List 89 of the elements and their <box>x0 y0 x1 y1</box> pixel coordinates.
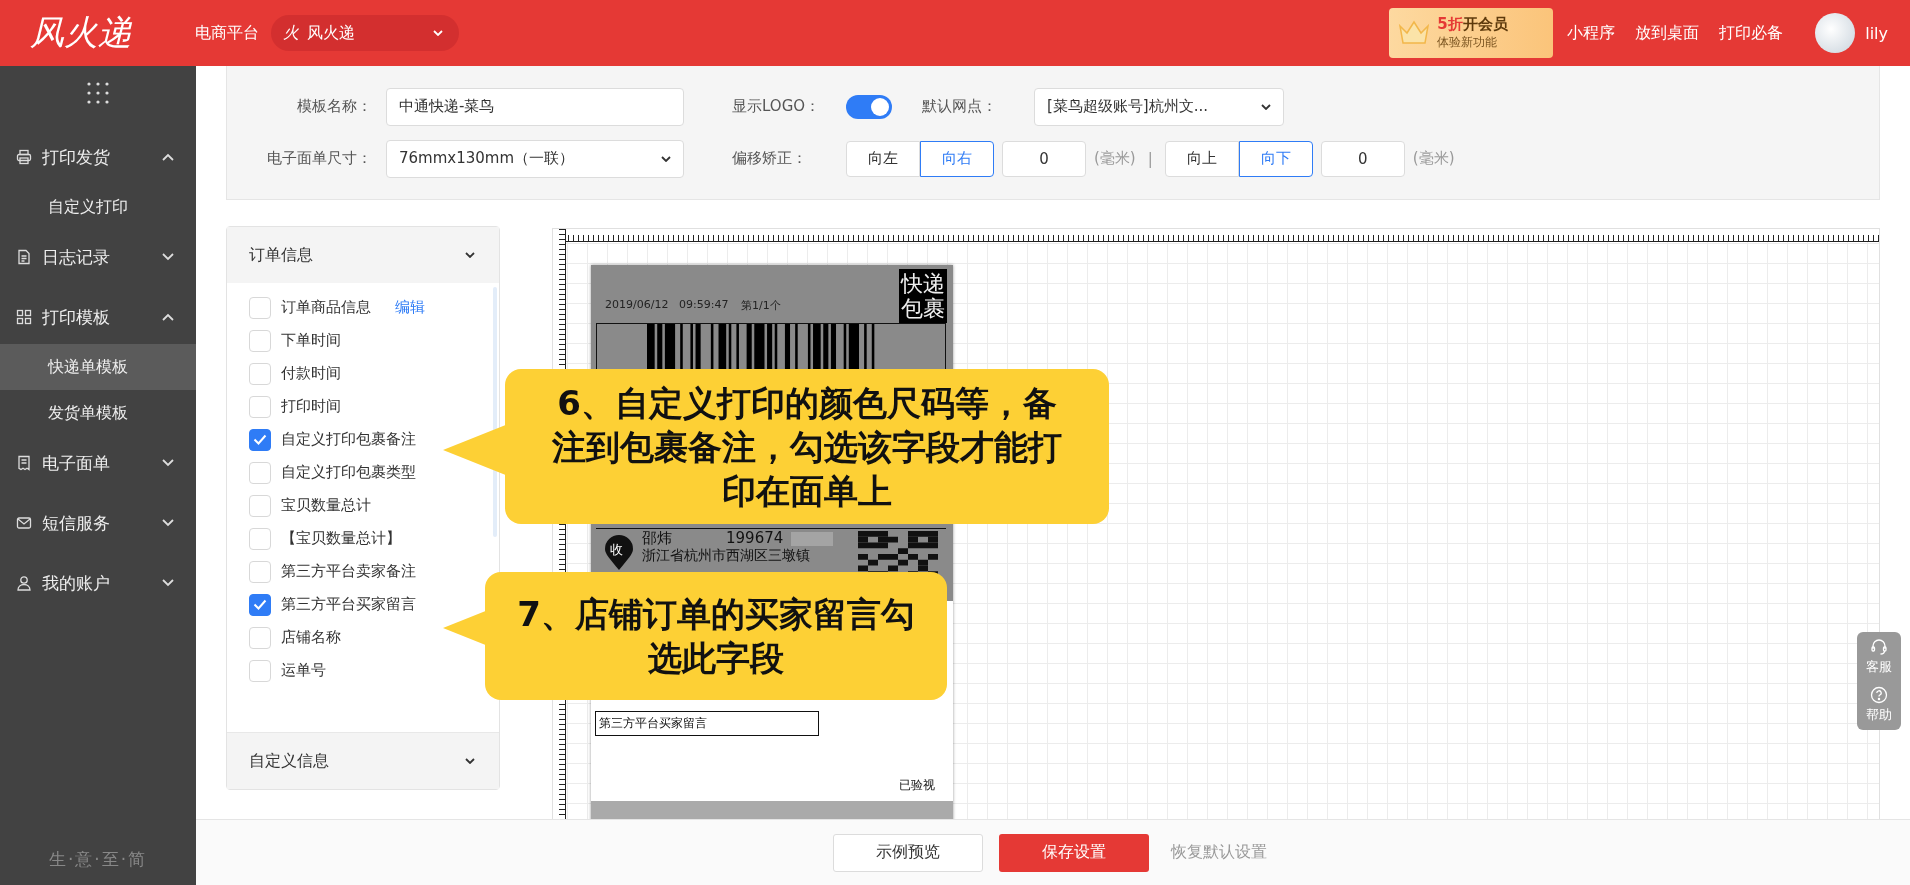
field-option-label[interactable]: 运单号 <box>281 661 326 680</box>
checkmark-icon <box>253 599 267 610</box>
checkbox[interactable] <box>249 428 271 451</box>
recipient-name: 邵炜 <box>642 529 672 548</box>
offset-direction-button[interactable]: 向下 <box>1238 140 1313 177</box>
unit-label: (毫米) <box>1094 149 1136 168</box>
field-label: 电子面单尺寸： <box>266 149 372 168</box>
sidebar-subitem[interactable]: 快递单模板 <box>0 344 196 390</box>
blurred-region <box>791 532 833 546</box>
section-header[interactable]: 自定义信息 <box>227 732 499 789</box>
chevron-down-icon <box>465 758 475 764</box>
envelope-icon <box>16 515 32 531</box>
user-name[interactable]: lily <box>1865 23 1888 43</box>
location-pin-icon <box>604 535 634 571</box>
checkbox[interactable] <box>249 593 271 616</box>
offset-direction-button[interactable]: 向左 <box>846 140 920 177</box>
parcel-type-tag: 快递包裹 <box>899 269 947 323</box>
promo-title: 开会员 <box>1462 15 1508 33</box>
field-option-label[interactable]: 自定义打印包裹类型 <box>281 463 416 482</box>
field-label: 偏移矫正： <box>732 149 808 168</box>
outlet-select[interactable]: [菜鸟超级账号]杭州文... <box>1034 87 1284 126</box>
field-option-label[interactable]: 店铺名称 <box>281 628 341 647</box>
chevron-down-icon <box>1261 103 1271 110</box>
receipt-icon <box>16 455 32 471</box>
template-name-field[interactable]: 中通快递-菜鸟 <box>386 87 684 126</box>
recipient-phone: 199674 <box>726 529 784 547</box>
sidebar-item[interactable]: 短信服务 <box>0 496 196 550</box>
promo-discount: 5折 <box>1437 15 1463 33</box>
field-option-label[interactable]: 宝贝数量总计 <box>281 496 371 515</box>
vip-promo-button[interactable]: 5折开会员 体验新功能 <box>1389 8 1554 58</box>
preview-button[interactable]: 示例预览 <box>833 833 983 872</box>
section-header[interactable]: 订单信息 <box>227 227 499 283</box>
sidebar-item[interactable]: 打印模板 <box>0 290 196 344</box>
field-label: 模板名称： <box>296 97 372 116</box>
offset-value-field[interactable]: 0 <box>1002 140 1086 177</box>
sidebar-subitem[interactable]: 自定义打印 <box>0 184 196 230</box>
separator: | <box>1147 149 1153 168</box>
receiver-mark: 收 <box>610 541 623 559</box>
offset-value-field[interactable]: 0 <box>1320 140 1405 177</box>
help-icon <box>1870 686 1888 704</box>
headset-icon <box>1870 638 1888 656</box>
field-label: 默认网点： <box>922 97 998 116</box>
field-option-label[interactable]: 打印时间 <box>281 397 341 416</box>
chevron-down-icon <box>465 252 475 258</box>
recipient-address: 浙江省杭州市西湖区三墩镇 <box>642 547 810 565</box>
user-icon <box>16 575 32 591</box>
header-link[interactable]: 打印必备 <box>1719 22 1784 44</box>
print-date: 2019/06/12 <box>605 298 669 311</box>
checkmark-icon <box>253 434 267 445</box>
sidebar-item[interactable]: 日志记录 <box>0 230 196 284</box>
field-option-label[interactable]: 自定义打印包裹备注 <box>281 430 416 449</box>
shop-icon: 火 <box>283 22 299 44</box>
logo: 风火递 <box>30 11 133 54</box>
field-option-label[interactable]: 付款时间 <box>281 364 341 383</box>
document-icon <box>16 249 32 265</box>
field-option-label[interactable]: 第三方平台卖家备注 <box>281 562 416 581</box>
edit-link[interactable]: 编辑 <box>395 298 425 317</box>
chevron-down-icon <box>433 30 443 36</box>
parcel-count: 第1/1个 <box>741 298 781 313</box>
callout-bubble: 6、自定义打印的颜色尺码等，备注到包裹备注，勾选该字段才能打印在面单上 <box>505 369 1109 524</box>
offset-direction-button[interactable]: 向右 <box>920 140 994 177</box>
field-option-label[interactable]: 订单商品信息 <box>281 298 371 317</box>
size-select[interactable]: 76mmx130mm（一联） <box>386 139 684 178</box>
chevron-down-icon <box>661 155 671 162</box>
print-time: 09:59:47 <box>679 298 729 311</box>
sidebar-item[interactable]: 我的账户 <box>0 556 196 610</box>
sidebar-subitem[interactable]: 发货单模板 <box>0 390 196 436</box>
callout-bubble: 7、店铺订单的买家留言勾选此字段 <box>485 572 947 700</box>
logo-toggle[interactable] <box>846 94 892 119</box>
header-link[interactable]: 小程序 <box>1567 22 1616 44</box>
inspection-mark: 已验视 <box>899 777 935 794</box>
save-button[interactable]: 保存设置 <box>999 833 1149 872</box>
apps-icon[interactable] <box>87 82 109 104</box>
platform-label: 电商平台 <box>195 22 259 44</box>
promo-subtitle: 体验新功能 <box>1437 34 1498 51</box>
field-option-label[interactable]: 【宝贝数量总计】 <box>281 529 401 548</box>
unit-label: (毫米) <box>1412 149 1455 168</box>
field-label: 显示LOGO： <box>732 97 822 116</box>
slogan: 生·意·至·简 <box>47 848 149 871</box>
grid-icon <box>16 309 32 325</box>
sidebar-item[interactable]: 电子面单 <box>0 436 196 490</box>
offset-direction-button[interactable]: 向上 <box>1164 140 1239 177</box>
sidebar-item[interactable]: 打印发货 <box>0 130 196 184</box>
avatar[interactable] <box>1815 13 1856 53</box>
printer-icon <box>16 149 32 165</box>
field-option-label[interactable]: 下单时间 <box>281 331 341 350</box>
shop-select[interactable]: 火 风火递 <box>271 15 459 51</box>
field-option-label[interactable]: 第三方平台买家留言 <box>281 595 416 614</box>
header-link[interactable]: 放到桌面 <box>1635 22 1700 44</box>
